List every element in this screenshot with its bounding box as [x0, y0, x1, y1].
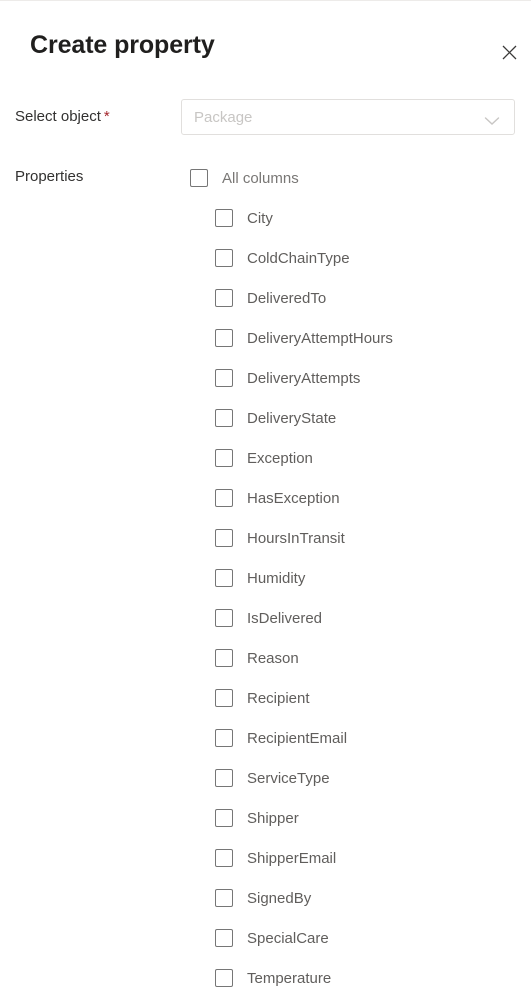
checkbox-label: ShipperEmail [247, 849, 337, 867]
checkbox-box[interactable] [215, 209, 233, 227]
page-title: Create property [30, 31, 215, 59]
checkbox-label: City [247, 209, 273, 227]
close-icon [502, 45, 517, 60]
chevron-down-icon [484, 113, 500, 125]
checkbox-row[interactable]: ShipperEmail [215, 848, 336, 868]
checkbox-row[interactable]: RecipientEmail [215, 728, 347, 748]
checkbox-box[interactable] [215, 809, 233, 827]
required-asterisk: * [103, 108, 110, 125]
checkbox-row[interactable]: HoursInTransit [215, 528, 345, 548]
checkbox-box[interactable] [215, 649, 233, 667]
checkbox-box[interactable] [215, 489, 233, 507]
checkbox-label: RecipientEmail [247, 729, 348, 747]
checkbox-row[interactable]: DeliveryAttemptHours [215, 328, 393, 348]
checkbox-box[interactable] [215, 969, 233, 987]
checkbox-box[interactable] [215, 409, 233, 427]
properties-label: Properties [15, 168, 84, 185]
select-object-placeholder: Package [194, 109, 253, 126]
select-object-dropdown[interactable]: Package [181, 99, 515, 135]
checkbox-label: DeliveryAttempts [247, 369, 361, 387]
checkbox-box[interactable] [190, 169, 208, 187]
checkbox-row[interactable]: HasException [215, 488, 340, 508]
checkbox-label: HoursInTransit [247, 529, 345, 547]
checkbox-label: ServiceType [247, 769, 330, 787]
checkbox-row[interactable]: City [215, 208, 273, 228]
checkbox-label: Reason [247, 649, 299, 667]
select-object-label-text: Select object [15, 108, 101, 125]
checkbox-row[interactable]: Exception [215, 448, 313, 468]
checkbox-box[interactable] [215, 689, 233, 707]
checkbox-label: Recipient [247, 689, 310, 707]
checkbox-label: DeliveryState [247, 409, 337, 427]
create-property-panel: Create property Select object * Package P… [0, 0, 531, 991]
checkbox-label: DeliveryAttemptHours [247, 329, 393, 347]
checkbox-box[interactable] [215, 529, 233, 547]
checkbox-box[interactable] [215, 449, 233, 467]
checkbox-row[interactable]: DeliveredTo [215, 288, 326, 308]
checkbox-box[interactable] [215, 369, 233, 387]
checkbox-box[interactable] [215, 249, 233, 267]
checkbox-label: ColdChainType [247, 249, 350, 267]
checkbox-box[interactable] [215, 769, 233, 787]
checkbox-row[interactable]: ServiceType [215, 768, 330, 788]
checkbox-row[interactable]: DeliveryAttempts [215, 368, 360, 388]
checkbox-label: All columns [222, 169, 299, 187]
checkbox-box[interactable] [215, 849, 233, 867]
checkbox-row[interactable]: Recipient [215, 688, 310, 708]
checkbox-label: HasException [247, 489, 340, 507]
checkbox-box[interactable] [215, 929, 233, 947]
select-object-row: Select object * Package [0, 99, 531, 137]
checkbox-box[interactable] [215, 889, 233, 907]
checkbox-box[interactable] [215, 569, 233, 587]
checkbox-row[interactable]: ColdChainType [215, 248, 350, 268]
checkbox-box[interactable] [215, 729, 233, 747]
checkbox-all-columns[interactable]: All columns [190, 168, 299, 188]
checkbox-row[interactable]: Temperature [215, 968, 331, 988]
checkbox-label: IsDelivered [247, 609, 323, 627]
checkbox-row[interactable]: IsDelivered [215, 608, 322, 628]
checkbox-box[interactable] [215, 609, 233, 627]
checkbox-row[interactable]: SpecialCare [215, 928, 329, 948]
checkbox-label: SignedBy [247, 889, 312, 907]
panel-header: Create property [0, 23, 531, 81]
checkbox-box[interactable] [215, 289, 233, 307]
checkbox-row[interactable]: SignedBy [215, 888, 311, 908]
select-object-label: Select object * [15, 108, 110, 125]
checkbox-label: Humidity [247, 569, 306, 587]
checkbox-label: Exception [247, 449, 313, 467]
checkbox-box[interactable] [215, 329, 233, 347]
close-button[interactable] [493, 36, 525, 68]
checkbox-label: Shipper [247, 809, 299, 827]
checkbox-row[interactable]: Shipper [215, 808, 299, 828]
checkbox-row[interactable]: DeliveryState [215, 408, 336, 428]
checkbox-label: SpecialCare [247, 929, 329, 947]
checkbox-label: DeliveredTo [247, 289, 327, 307]
checkbox-label: Temperature [247, 969, 332, 987]
checkbox-row[interactable]: Reason [215, 648, 299, 668]
checkbox-row[interactable]: Humidity [215, 568, 305, 588]
